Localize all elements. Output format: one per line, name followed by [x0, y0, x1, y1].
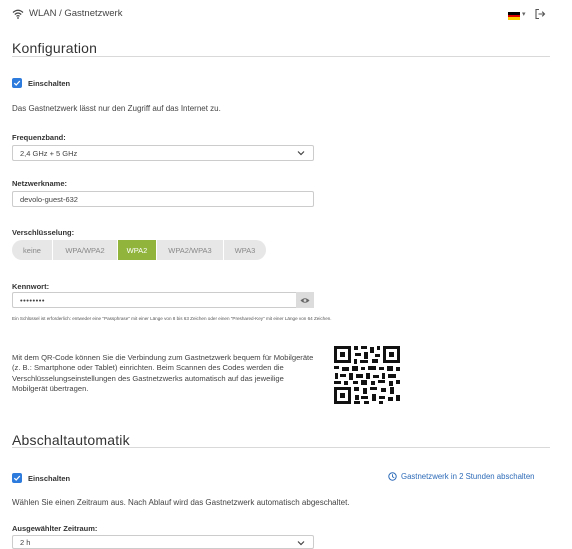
encryption-option-wpa3[interactable]: WPA3 [224, 240, 266, 260]
band-label: Frequenzband: [12, 133, 66, 142]
language-caret-icon[interactable]: ▾ [522, 10, 526, 18]
language-flag-icon[interactable] [508, 12, 520, 20]
encryption-option-wpa2-wpa3[interactable]: WPA2/WPA3 [157, 240, 224, 260]
clock-icon [388, 472, 397, 481]
guest-enable-row[interactable]: Einschalten [12, 78, 70, 88]
period-value: 2 h [20, 537, 31, 547]
auto-off-description: Wählen Sie einen Zeitraum aus. Nach Abla… [12, 498, 350, 507]
network-name-input[interactable]: devolo-guest-632 [12, 191, 314, 207]
qr-code-icon [333, 345, 401, 405]
breadcrumb: WLAN / Gastnetzwerk [12, 8, 122, 19]
guest-enable-label: Einschalten [28, 78, 71, 88]
eye-icon [300, 297, 310, 303]
password-row: •••••••• [12, 292, 314, 308]
chevron-down-icon [297, 151, 305, 156]
auto-off-status: Gastnetzwerk in 2 Stunden abschalten [388, 472, 535, 481]
guest-description: Das Gastnetzwerk lässt nur den Zugriff a… [12, 104, 221, 113]
flag-stripe-gold [508, 17, 520, 20]
encryption-option-wpa-wpa2[interactable]: WPA/WPA2 [53, 240, 118, 260]
encryption-segmented-control[interactable]: keine WPA/WPA2 WPA2 WPA2/WPA3 WPA3 [12, 240, 266, 260]
show-password-button[interactable] [296, 292, 314, 308]
breadcrumb-text: WLAN / Gastnetzwerk [29, 8, 123, 19]
auto-off-enable-row[interactable]: Einschalten [12, 473, 70, 483]
auto-off-status-text: Gastnetzwerk in 2 Stunden abschalten [401, 472, 535, 481]
band-select[interactable]: 2,4 GHz + 5 GHz [12, 145, 314, 161]
password-input[interactable]: •••••••• [12, 292, 296, 308]
guest-enable-checkbox[interactable] [12, 78, 22, 88]
section-divider [12, 447, 550, 448]
wifi-icon [12, 9, 24, 19]
password-hint: Ein Schlüssel ist erforderlich: entweder… [12, 316, 332, 321]
network-name-value: devolo-guest-632 [20, 194, 78, 204]
auto-off-enable-label: Einschalten [28, 473, 71, 483]
logout-icon[interactable] [534, 8, 546, 20]
auto-off-enable-checkbox[interactable] [12, 473, 22, 483]
encryption-label: Verschlüsselung: [12, 228, 75, 237]
password-value: •••••••• [20, 295, 46, 305]
section-divider [12, 56, 550, 57]
chevron-down-icon [297, 541, 305, 546]
password-label: Kennwort: [12, 282, 50, 291]
encryption-option-wpa2[interactable]: WPA2 [118, 240, 157, 260]
encryption-option-none[interactable]: keine [12, 240, 53, 260]
period-select[interactable]: 2 h [12, 535, 314, 549]
band-value: 2,4 GHz + 5 GHz [20, 148, 78, 158]
section-title-auto-off: Abschaltautomatik [12, 432, 130, 448]
network-name-label: Netzwerkname: [12, 179, 68, 188]
period-label: Ausgewählter Zeitraum: [12, 524, 98, 533]
section-title-configuration: Konfiguration [12, 40, 98, 56]
qr-description: Mit dem QR-Code können Sie die Verbindun… [12, 353, 314, 393]
